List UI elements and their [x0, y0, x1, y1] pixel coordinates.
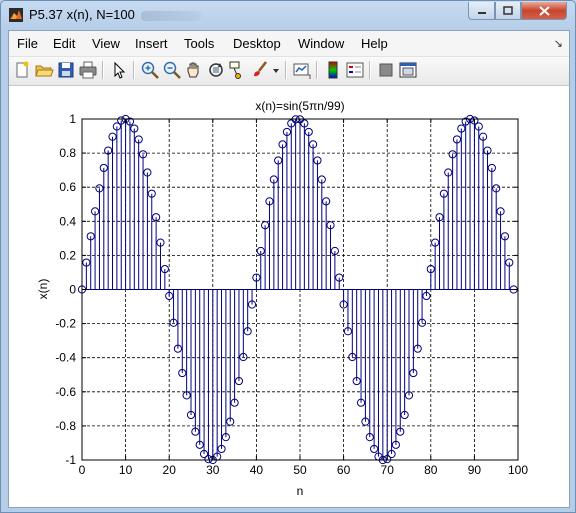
- title-redaction: [140, 10, 201, 21]
- y-tick-label: 0.6: [59, 180, 76, 194]
- window-title: P5.37 x(n), N=100: [29, 7, 201, 22]
- y-tick-label: 0: [69, 283, 76, 297]
- y-tick-label: -1: [65, 453, 76, 467]
- x-tick-label: 0: [79, 463, 86, 477]
- x-tick-label: 10: [119, 463, 133, 477]
- figure-window: P5.37 x(n), N=100 File Edit View Insert …: [0, 0, 576, 513]
- data-cursor-icon[interactable]: [228, 60, 248, 80]
- link-plot-icon[interactable]: [292, 60, 312, 80]
- x-tick-label: 70: [381, 463, 395, 477]
- y-tick-label: -0.2: [55, 317, 76, 331]
- menu-desktop[interactable]: Desktop: [233, 36, 281, 51]
- y-tick-label: -0.4: [55, 351, 76, 365]
- menu-window[interactable]: Window: [298, 36, 344, 51]
- matlab-logo-icon: [9, 8, 23, 22]
- toolbar-separator: [369, 61, 371, 79]
- hide-plot-tools-icon[interactable]: [376, 60, 396, 80]
- new-figure-icon[interactable]: [12, 60, 32, 80]
- menu-insert[interactable]: Insert: [135, 36, 168, 51]
- menu-file[interactable]: File: [17, 36, 38, 51]
- open-file-icon[interactable]: [34, 60, 54, 80]
- toolbar-separator: [285, 61, 287, 79]
- brush-dropdown-icon[interactable]: [271, 60, 281, 80]
- toolbar-separator: [102, 61, 104, 79]
- y-tick-label: -0.6: [55, 385, 76, 399]
- menu-bar: File Edit View Insert Tools Desktop Wind…: [9, 31, 569, 57]
- x-tick-label: 20: [163, 463, 177, 477]
- pointer-icon[interactable]: [109, 60, 129, 80]
- y-tick-label: 1: [69, 112, 76, 126]
- x-tick-label: 30: [206, 463, 220, 477]
- y-tick-label: 0.8: [59, 146, 76, 160]
- maximize-button[interactable]: [495, 2, 521, 20]
- colorbar-icon[interactable]: [323, 60, 343, 80]
- menu-edit[interactable]: Edit: [53, 36, 75, 51]
- print-icon[interactable]: [78, 60, 98, 80]
- zoom-in-icon[interactable]: [140, 60, 160, 80]
- chart-title: x(n)=sin(5πn/99): [255, 99, 344, 113]
- toolbar-separator: [133, 61, 135, 79]
- figure-client-area: File Edit View Insert Tools Desktop Wind…: [8, 30, 570, 508]
- menu-tools[interactable]: Tools: [184, 36, 214, 51]
- show-plot-tools-icon[interactable]: [398, 60, 418, 80]
- y-tick-label: 0.4: [59, 214, 76, 228]
- x-tick-label: 90: [468, 463, 482, 477]
- minimize-button[interactable]: [468, 2, 495, 20]
- toolbar-separator: [316, 61, 318, 79]
- menu-help[interactable]: Help: [361, 36, 388, 51]
- close-button[interactable]: [521, 2, 567, 20]
- close-icon: [538, 5, 550, 16]
- stem-plot[interactable]: 0 10 20 30 40 50 60 70 80 90 100 1 0.8 0.6 0.4 0.2 0 -0.2…: [9, 86, 569, 507]
- figure-toolbar: [9, 57, 569, 86]
- x-tick-label: 60: [337, 463, 351, 477]
- pan-icon[interactable]: [184, 60, 204, 80]
- rotate-3d-icon[interactable]: [206, 60, 226, 80]
- x-tick-label: 40: [250, 463, 264, 477]
- minimize-icon: [477, 11, 486, 14]
- menu-dock-arrow-icon[interactable]: ↘: [554, 37, 563, 50]
- x-tick-label: 50: [293, 463, 307, 477]
- x-axis-label: n: [297, 484, 304, 498]
- save-icon[interactable]: [56, 60, 76, 80]
- plot-area: 0 10 20 30 40 50 60 70 80 90 100 1 0.8 0.6 0.4 0.2 0 -0.2…: [9, 86, 569, 507]
- x-tick-label: 100: [508, 463, 528, 477]
- x-tick-label: 80: [424, 463, 438, 477]
- y-tick-label: 0.2: [59, 248, 76, 262]
- y-tick-label: -0.8: [55, 419, 76, 433]
- y-axis-label: x(n): [36, 279, 50, 300]
- title-bar[interactable]: P5.37 x(n), N=100: [1, 1, 575, 29]
- maximize-icon: [503, 6, 513, 15]
- zoom-out-icon[interactable]: [162, 60, 182, 80]
- menu-view[interactable]: View: [92, 36, 120, 51]
- brush-icon[interactable]: [250, 60, 270, 80]
- legend-icon[interactable]: [345, 60, 365, 80]
